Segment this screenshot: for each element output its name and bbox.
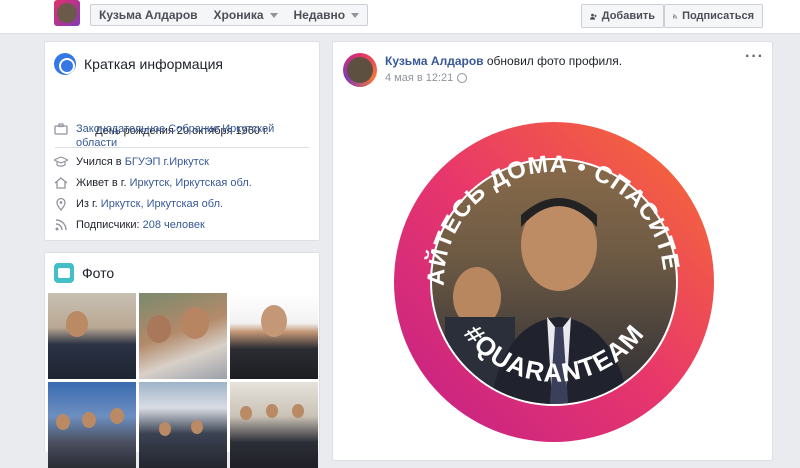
public-globe-icon <box>457 73 468 83</box>
intro-card: Краткая информация День рождения 20 октя… <box>44 41 320 241</box>
location-pin-icon <box>56 197 66 211</box>
photo-thumbnail[interactable] <box>230 382 318 468</box>
from-row: Из г. Иркутск, Иркутская обл. <box>54 197 223 211</box>
profile-nav: Кузьма Алдаров Хроника Недавно <box>90 4 369 26</box>
photo-thumbnail[interactable] <box>139 293 227 379</box>
user-add-icon <box>590 13 597 20</box>
profile-avatar-small[interactable] <box>54 0 80 26</box>
intro-header: Краткая информация <box>54 53 223 75</box>
photo-thumbnail[interactable] <box>48 382 136 468</box>
face-shape <box>56 414 70 430</box>
post-timestamp[interactable]: 4 мая в 12:21 <box>385 72 453 84</box>
cover-nav-bar: Кузьма Алдаров Хроника Недавно Добавить … <box>0 0 800 34</box>
followers-row: Подписчики: 208 человек <box>54 218 205 232</box>
photos-title[interactable]: Фото <box>82 265 114 281</box>
subscribe-button[interactable]: Подписаться <box>664 4 763 28</box>
study-link[interactable]: БГУЭП г.Иркутск <box>125 156 209 168</box>
photo-thumbnail[interactable] <box>230 293 318 379</box>
chevron-down-icon <box>351 12 360 18</box>
rss-icon <box>55 219 67 231</box>
post-action-text: обновил фото профиля. <box>483 54 623 68</box>
face-shape <box>181 307 209 339</box>
post-timestamp-row: 4 мая в 12:21 <box>385 72 468 84</box>
study-prefix: Учился в <box>76 156 125 168</box>
lives-prefix: Живет в г. <box>76 177 130 189</box>
globe-icon <box>54 53 76 75</box>
face-shape <box>110 408 124 424</box>
post-header-text: Кузьма Алдаров обновил фото профиля. <box>385 54 622 68</box>
face-shape <box>147 315 171 343</box>
photo-thumbnail[interactable] <box>139 382 227 468</box>
tab-timeline-label: Хроника <box>213 8 264 22</box>
face-shape <box>191 420 203 434</box>
post-card: Кузьма Алдаров обновил фото профиля. 4 м… <box>332 41 773 461</box>
work-row: Законодательное Собрание Иркутской облас… <box>54 122 296 150</box>
home-icon <box>54 177 68 189</box>
photo-thumbnail[interactable] <box>48 293 136 379</box>
face-shape <box>82 412 96 428</box>
post-author-link[interactable]: Кузьма Алдаров <box>385 54 484 68</box>
followers-prefix: Подписчики: <box>76 219 143 231</box>
lives-link[interactable]: Иркутск, Иркутская обл. <box>130 177 252 189</box>
study-row: Учился в БГУЭП г.Иркутск <box>54 155 209 169</box>
face-shape <box>159 422 171 436</box>
profile-photo-frame[interactable]: ОСТАВАЙТЕСЬ ДОМА • СПАСИТЕ ЖИЗНИ #QUARAN… <box>389 117 719 447</box>
add-friend-button[interactable]: Добавить <box>581 4 664 28</box>
briefcase-icon <box>54 123 68 135</box>
face-shape <box>266 404 278 418</box>
post-options-button[interactable]: ··· <box>745 48 764 66</box>
profile-name-link[interactable]: Кузьма Алдаров <box>91 5 206 25</box>
from-prefix: Из г. <box>76 198 101 210</box>
photos-header: Фото <box>54 263 114 283</box>
photo-icon <box>54 263 74 283</box>
face-shape <box>66 311 88 337</box>
photos-card: Фото <box>44 252 320 468</box>
chevron-down-icon <box>269 12 278 18</box>
subscribe-label: Подписаться <box>682 10 754 22</box>
face-shape <box>240 406 252 420</box>
from-link[interactable]: Иркутск, Иркутская обл. <box>101 198 223 210</box>
followers-link[interactable]: 208 человек <box>143 219 205 231</box>
post-author-avatar[interactable] <box>343 53 377 87</box>
tab-recent[interactable]: Недавно <box>286 5 368 25</box>
face-shape <box>292 404 304 418</box>
work-link[interactable]: Законодательное Собрание Иркутской облас… <box>76 122 296 150</box>
rss-icon <box>673 14 677 19</box>
tab-recent-label: Недавно <box>293 8 346 22</box>
tab-timeline[interactable]: Хроника <box>206 5 286 25</box>
lives-row: Живет в г. Иркутск, Иркутская обл. <box>54 176 252 190</box>
face-shape <box>261 305 287 337</box>
graduation-cap-icon <box>54 156 68 167</box>
intro-title: Краткая информация <box>84 56 223 72</box>
add-friend-label: Добавить <box>601 10 655 22</box>
